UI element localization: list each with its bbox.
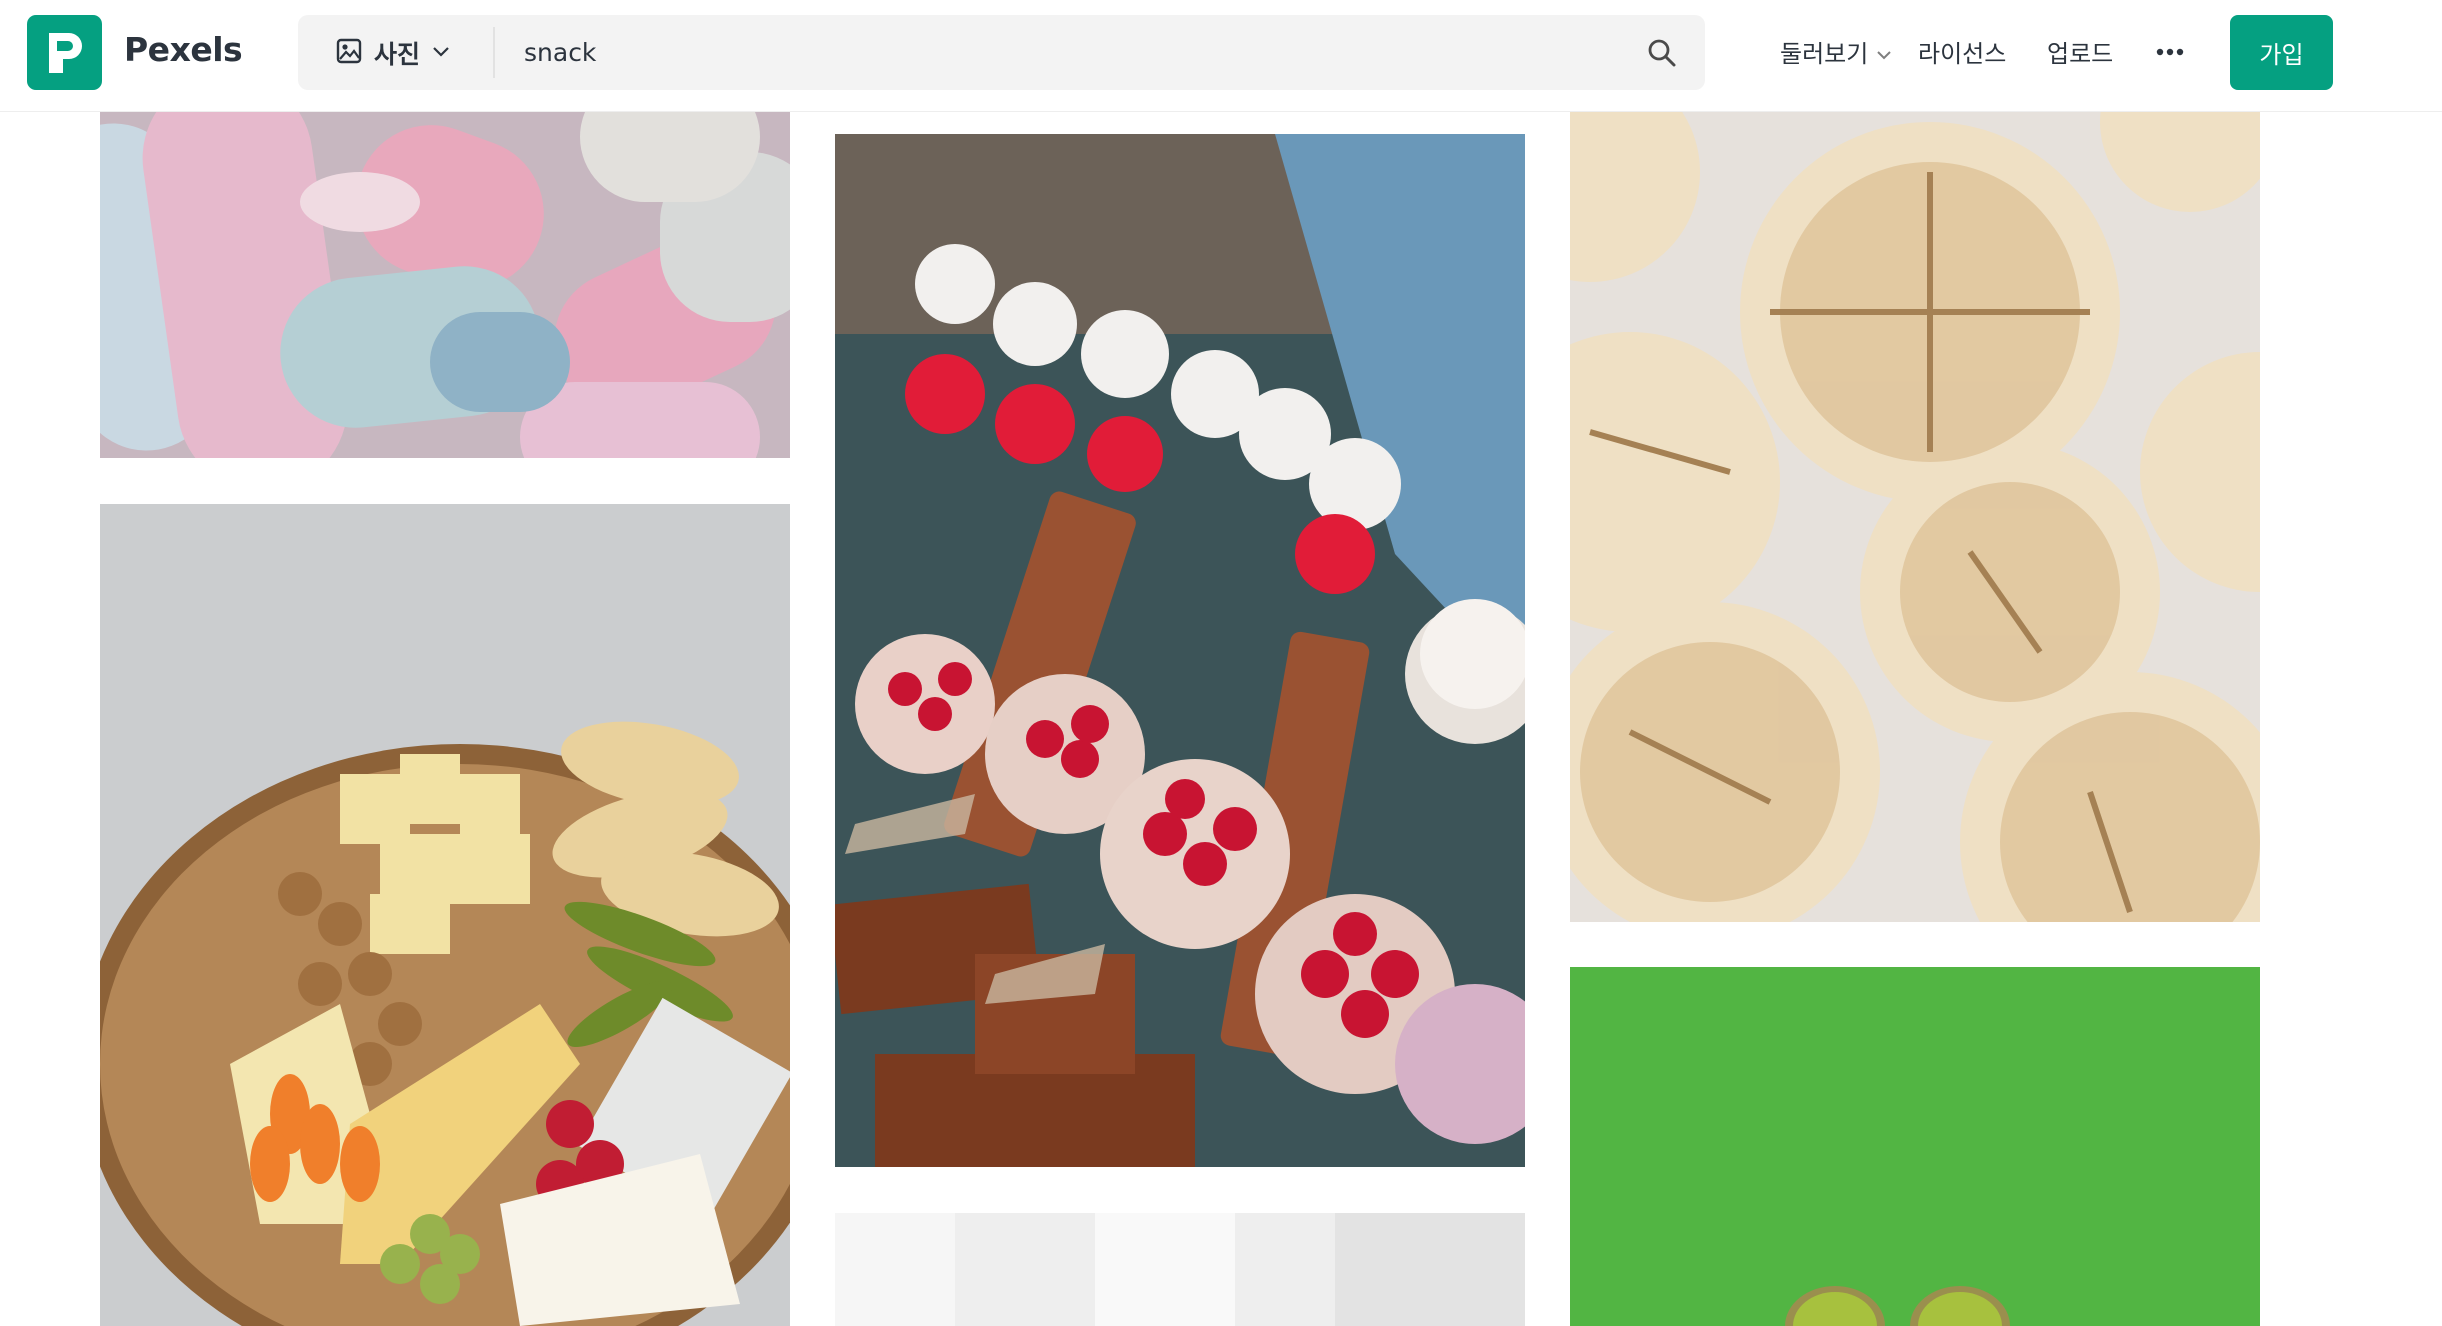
nav-explore[interactable]: 둘러보기 — [1780, 34, 1892, 69]
join-button[interactable]: 가입 — [2230, 15, 2333, 90]
more-icon[interactable] — [2150, 30, 2190, 74]
photo-bread-rolls[interactable] — [1570, 112, 2260, 922]
search-type-dropdown[interactable]: 사진 — [298, 15, 493, 90]
photo-pastry-display[interactable] — [835, 134, 1525, 1167]
nav-license[interactable]: 라이선스 — [1918, 34, 2006, 69]
search-type-label: 사진 — [374, 39, 421, 69]
chevron-down-icon — [432, 43, 450, 62]
photo-pastel-candies[interactable] — [100, 112, 790, 458]
image-icon — [336, 38, 362, 68]
nav-upload[interactable]: 업로드 — [2047, 34, 2113, 69]
photo-white-drape[interactable] — [835, 1213, 1525, 1326]
search-icon[interactable] — [1638, 29, 1686, 77]
photo-cheese-board[interactable] — [100, 504, 790, 1326]
top-navigation-bar: Pexels 사진 snack 둘러보기 라이선스 업로드 가입 — [0, 0, 2442, 112]
photo-kiwi-green[interactable] — [1570, 967, 2260, 1326]
search-bar: 사진 — [298, 15, 1705, 90]
search-divider — [493, 27, 495, 78]
nav-explore-label: 둘러보기 — [1780, 40, 1869, 68]
chevron-down-icon — [1876, 38, 1892, 66]
pexels-logo-icon[interactable] — [27, 15, 102, 90]
search-input[interactable] — [524, 29, 1614, 76]
brand-name[interactable]: Pexels — [124, 30, 243, 69]
